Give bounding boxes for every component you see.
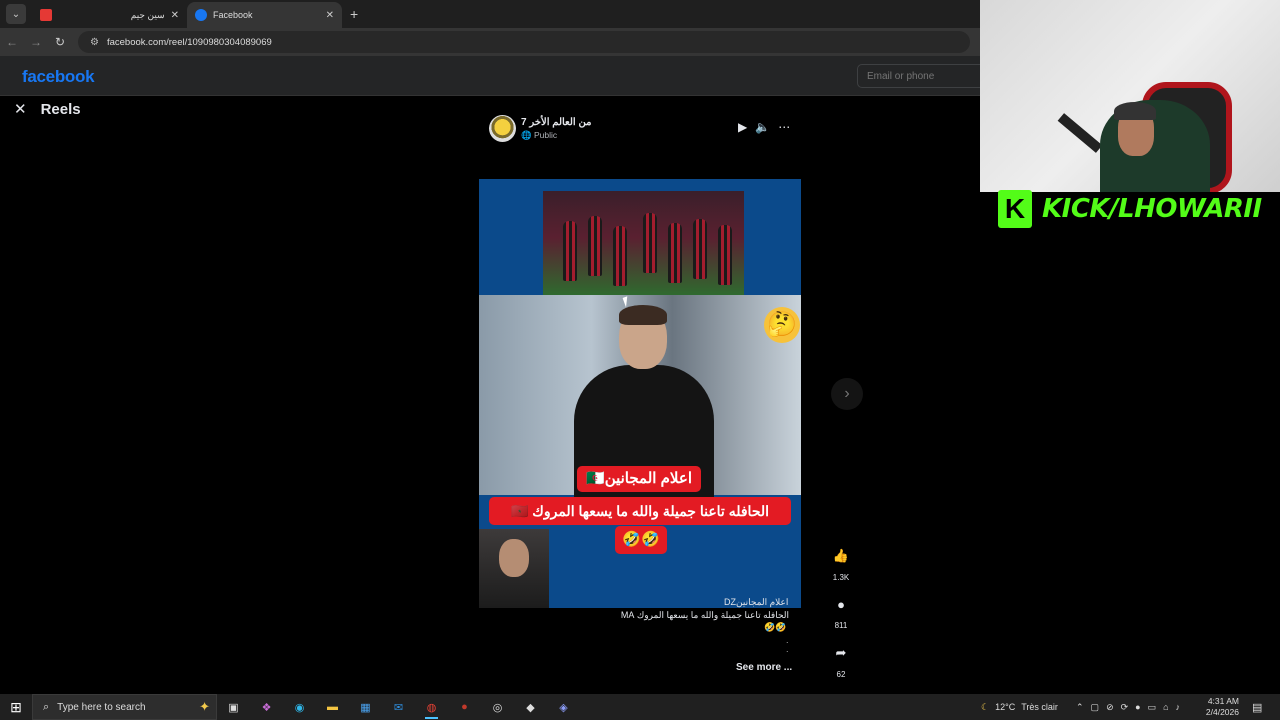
chevron-right-icon: › [844,385,850,402]
network-icon[interactable]: ⌂ [1163,702,1168,712]
tray-app-icon[interactable]: ▢ [1091,702,1100,713]
tab-title: سين جيم [130,9,165,20]
task-view-icon[interactable]: ▣ [217,694,250,720]
caption-emoji: 🤣🤣 [764,622,787,632]
sync-icon[interactable]: ⟳ [1121,702,1129,713]
stream-side-panel [980,192,1280,694]
play-icon[interactable]: ▶ [738,120,747,134]
search-icon: ⌕ [43,700,50,713]
monitor-icon[interactable]: ▭ [1148,702,1157,713]
clock-date: 2/4/2026 [1205,707,1239,717]
file-explorer-icon[interactable]: ▬ [316,694,349,720]
tab-facebook[interactable]: Facebook ✕ [187,2,342,28]
inset-thumbnail [479,529,549,608]
network-off-icon[interactable]: ⊘ [1106,702,1114,713]
chrome-icon[interactable]: ◍ [415,694,448,720]
caption-dots: .. [786,635,789,654]
team-photo [543,191,744,295]
weather-temp: 12°C [995,702,1016,712]
mic-icon[interactable]: ● [1135,702,1140,712]
speaker-icon[interactable]: ♪ [1176,702,1181,712]
visibility-text: Public [533,130,558,140]
reels-header: ✕ Reels [14,100,81,119]
url-field[interactable]: ⚙ facebook.com/reel/1090980304089069 [78,31,970,53]
volume-icon[interactable]: 🔈 [755,120,770,134]
caption-text: الحافله تاعنا جميلة والله ما يسعها المرو… [620,610,789,620]
video-controls: ▶ 🔈 ⋯ [738,120,790,134]
speaker-frame: 🤔 [479,295,801,505]
discord-icon[interactable]: ◈ [547,694,580,720]
search-placeholder: Type here to search [57,701,146,713]
system-clock[interactable]: 4:31 AM 2/4/2026 [1203,696,1239,718]
site-info-icon[interactable]: ⚙ [90,37,99,48]
webcam-overlay [980,0,1280,192]
store-icon[interactable]: ▦ [349,694,382,720]
tab-search-dropdown-icon[interactable]: ⌄ [6,4,26,24]
app-red-icon[interactable]: ● [448,694,481,720]
outlook-icon[interactable]: ✉ [382,694,415,720]
tab-title: Facebook [213,10,253,20]
author-name[interactable]: من العالم الأخر 7 [521,117,591,128]
kick-branding: K KICK/LHOWARII [998,190,1262,228]
next-reel-button[interactable]: › [831,378,863,410]
address-bar: ← → ↻ ⚙ facebook.com/reel/10909803040890… [0,28,980,56]
email-field[interactable] [857,64,987,88]
facebook-logo[interactable]: facebook [22,67,95,87]
obs-icon[interactable]: ◎ [481,694,514,720]
page-title: Reels [40,100,81,118]
tab-close-icon[interactable]: ✕ [326,10,334,21]
app-4k-icon[interactable]: ◆ [514,694,547,720]
like-count: 1.3K [832,573,850,582]
tab-close-icon[interactable]: ✕ [171,10,179,21]
tab-sin-jim[interactable]: سين جيم ✕ [32,2,187,28]
comment-count: 811 [834,621,848,630]
comment-action[interactable]: ● 811 [829,592,853,631]
copilot-icon[interactable]: ❖ [250,694,283,720]
chevron-up-icon[interactable]: ⌃ [1076,702,1084,713]
see-more-link[interactable]: See more ... [736,662,792,673]
like-action[interactable]: 👍 1.3K [829,544,853,582]
facebook-header: facebook [0,56,987,96]
tab-favicon-icon [40,9,52,21]
windows-taskbar: ⊞ ⌕ Type here to search ✦ ▣ ❖ ◉ ▬ ▦ ✉ ◍ … [0,694,1280,720]
close-icon[interactable]: ✕ [14,100,27,118]
caption-author[interactable]: اعلام المجانينDZ [724,597,788,608]
moon-icon: ☾ [981,701,990,712]
comment-icon[interactable]: ● [829,592,853,616]
more-options-icon[interactable]: ⋯ [778,120,790,134]
video-caption-line3: 🤣🤣 [615,526,667,554]
browser-tabbar: ⌄ سين جيم ✕ Facebook ✕ + [0,0,980,28]
weather-widget[interactable]: ☾ 12°C Très clair [981,694,1058,720]
visibility-label: 🌐 Public [521,130,557,141]
forward-icon[interactable]: → [24,35,48,49]
weather-desc: Très clair [1021,702,1058,712]
reload-icon[interactable]: ↻ [48,35,72,49]
share-icon[interactable]: ➦ [829,641,853,665]
url-text: facebook.com/reel/1090980304089069 [106,36,272,48]
facebook-favicon-icon [195,9,207,21]
kick-logo-icon: K [998,190,1032,228]
copilot-sparkle-icon: ✦ [199,699,210,714]
windows-start-icon[interactable]: ⊞ [0,699,32,716]
video-caption-line1: اعلام المجانين🇩🇿 [577,466,701,492]
globe-icon: 🌐 [521,130,532,140]
kick-channel-label: KICK/LHOWARII [1042,194,1262,224]
clock-time: 4:31 AM [1207,696,1239,706]
share-count: 62 [836,670,846,679]
back-icon[interactable]: ← [0,35,24,49]
taskbar-search[interactable]: ⌕ Type here to search ✦ [32,694,217,720]
edge-icon[interactable]: ◉ [283,694,316,720]
video-caption-line2: الحافله تاعنا جميلة والله ما يسعها المرو… [489,497,791,525]
notification-icon[interactable]: ▤ [1252,694,1262,720]
reel-video[interactable]: 🤔 اعلام المجانين🇩🇿 الحافله تاعنا جميلة و… [479,179,801,608]
system-tray: ⌃ ▢ ⊘ ⟳ ● ▭ ⌂ ♪ [1076,694,1180,720]
share-action[interactable]: ➦ 62 [829,641,853,679]
like-icon[interactable]: 👍 [829,544,853,568]
new-tab-icon[interactable]: + [350,6,358,22]
thinking-face-icon: 🤔 [764,307,800,343]
avatar[interactable] [489,115,516,142]
